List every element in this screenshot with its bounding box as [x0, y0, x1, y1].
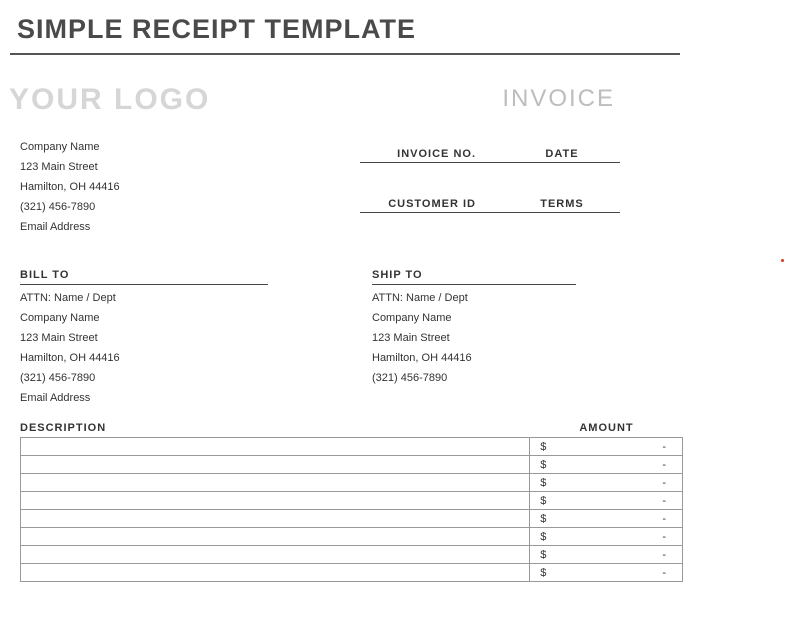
amount-value: -	[662, 531, 666, 543]
amount-value: -	[662, 567, 666, 579]
invoice-no-label: INVOICE NO.	[360, 148, 504, 160]
invoice-heading: INVOICE	[502, 85, 615, 113]
description-cell[interactable]	[21, 438, 530, 456]
amount-cell[interactable]: $-	[530, 438, 683, 456]
table-row: $-	[21, 528, 683, 546]
amount-value: -	[662, 441, 666, 453]
bill-to-phone: (321) 456-7890	[20, 372, 268, 384]
currency-symbol: $	[540, 495, 546, 507]
company-email: Email Address	[20, 221, 290, 233]
currency-symbol: $	[540, 513, 546, 525]
amount-cell[interactable]: $-	[530, 492, 683, 510]
currency-symbol: $	[540, 549, 546, 561]
date-label: DATE	[504, 148, 620, 160]
title-divider	[10, 53, 680, 55]
amount-cell[interactable]: $-	[530, 564, 683, 582]
description-cell[interactable]	[21, 492, 530, 510]
amount-value: -	[662, 549, 666, 561]
logo-placeholder: YOUR LOGO	[9, 83, 210, 117]
description-cell[interactable]	[21, 546, 530, 564]
amount-cell[interactable]: $-	[530, 510, 683, 528]
amount-header: AMOUNT	[530, 422, 683, 434]
marker-dot	[781, 259, 784, 262]
page-title: SIMPLE RECEIPT TEMPLATE	[17, 14, 776, 45]
ship-to-block: SHIP TO ATTN: Name / Dept Company Name 1…	[318, 269, 576, 412]
bill-to-block: BILL TO ATTN: Name / Dept Company Name 1…	[10, 269, 268, 412]
currency-symbol: $	[540, 477, 546, 489]
bill-to-company: Company Name	[20, 312, 268, 324]
table-row: $-	[21, 564, 683, 582]
description-cell[interactable]	[21, 474, 530, 492]
amount-cell[interactable]: $-	[530, 546, 683, 564]
amount-value: -	[662, 495, 666, 507]
description-header: DESCRIPTION	[20, 422, 530, 434]
company-street: 123 Main Street	[20, 161, 290, 173]
currency-symbol: $	[540, 531, 546, 543]
bill-to-city: Hamilton, OH 44416	[20, 352, 268, 364]
company-phone: (321) 456-7890	[20, 201, 290, 213]
bill-to-heading: BILL TO	[20, 269, 268, 285]
amount-cell[interactable]: $-	[530, 456, 683, 474]
company-info-block: Company Name 123 Main Street Hamilton, O…	[10, 141, 290, 241]
table-row: $-	[21, 510, 683, 528]
ship-to-street: 123 Main Street	[372, 332, 576, 344]
ship-to-phone: (321) 456-7890	[372, 372, 576, 384]
description-cell[interactable]	[21, 510, 530, 528]
bill-to-email: Email Address	[20, 392, 268, 404]
table-row: $-	[21, 546, 683, 564]
ship-to-city: Hamilton, OH 44416	[372, 352, 576, 364]
amount-value: -	[662, 477, 666, 489]
amount-value: -	[662, 513, 666, 525]
currency-symbol: $	[540, 567, 546, 579]
line-items-table: $-$-$-$-$-$-$-$-	[20, 437, 683, 582]
description-cell[interactable]	[21, 456, 530, 474]
terms-label: TERMS	[504, 198, 620, 210]
description-cell[interactable]	[21, 564, 530, 582]
amount-cell[interactable]: $-	[530, 528, 683, 546]
table-row: $-	[21, 492, 683, 510]
company-name: Company Name	[20, 141, 290, 153]
amount-cell[interactable]: $-	[530, 474, 683, 492]
customer-id-label: CUSTOMER ID	[360, 198, 504, 210]
currency-symbol: $	[540, 441, 546, 453]
description-cell[interactable]	[21, 528, 530, 546]
table-row: $-	[21, 456, 683, 474]
ship-to-company: Company Name	[372, 312, 576, 324]
bill-to-attn: ATTN: Name / Dept	[20, 292, 268, 304]
bill-to-street: 123 Main Street	[20, 332, 268, 344]
invoice-meta-block: INVOICE NO. DATE CUSTOMER ID TERMS	[340, 141, 620, 241]
company-city: Hamilton, OH 44416	[20, 181, 290, 193]
table-row: $-	[21, 438, 683, 456]
amount-value: -	[662, 459, 666, 471]
ship-to-attn: ATTN: Name / Dept	[372, 292, 576, 304]
currency-symbol: $	[540, 459, 546, 471]
ship-to-heading: SHIP TO	[372, 269, 576, 285]
table-row: $-	[21, 474, 683, 492]
